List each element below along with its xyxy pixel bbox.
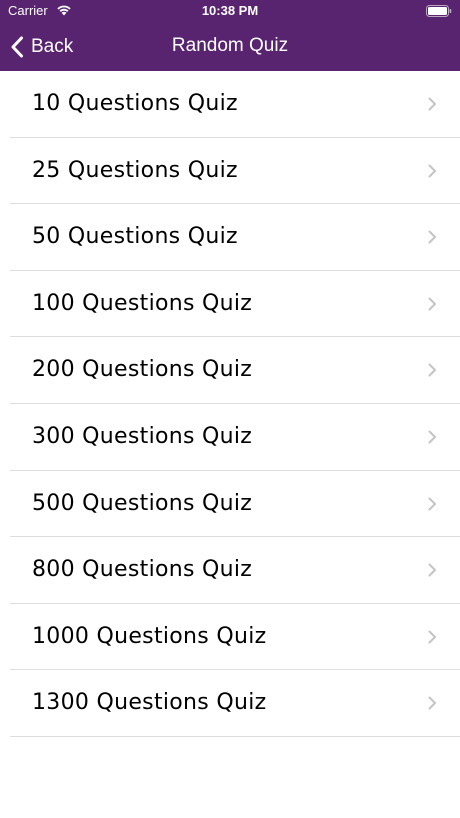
chevron-right-icon: [428, 430, 436, 444]
list-item-label: 800 Questions Quiz: [32, 557, 253, 583]
list-item-label: 1300 Questions Quiz: [32, 690, 267, 716]
list-item-label: 200 Questions Quiz: [32, 357, 253, 383]
chevron-right-icon: [428, 696, 436, 710]
status-bar: Carrier 10:38 PM: [0, 0, 460, 24]
list-item-label: 50 Questions Quiz: [32, 224, 238, 250]
chevron-right-icon: [428, 297, 436, 311]
chevron-right-icon: [428, 563, 436, 577]
list-item-label: 25 Questions Quiz: [32, 157, 238, 183]
list-item-50-questions[interactable]: 50 Questions Quiz: [0, 204, 460, 271]
battery-icon: [426, 5, 452, 17]
page-title: Random Quiz: [171, 35, 289, 56]
list-item-1000-questions[interactable]: 1000 Questions Quiz: [0, 604, 460, 671]
chevron-right-icon: [428, 363, 436, 377]
quiz-list: 10 Questions Quiz 25 Questions Quiz 50 Q…: [0, 71, 460, 737]
list-item-500-questions[interactable]: 500 Questions Quiz: [0, 471, 460, 538]
list-item-25-questions[interactable]: 25 Questions Quiz: [0, 138, 460, 205]
list-item-label: 100 Questions Quiz: [32, 290, 253, 316]
list-item-label: 300 Questions Quiz: [32, 423, 253, 449]
list-item-100-questions[interactable]: 100 Questions Quiz: [0, 271, 460, 338]
chevron-right-icon: [428, 630, 436, 644]
list-item-300-questions[interactable]: 300 Questions Quiz: [0, 404, 460, 471]
chevron-right-icon: [428, 230, 436, 244]
list-item-label: 500 Questions Quiz: [32, 490, 253, 516]
list-item-label: 10 Questions Quiz: [32, 91, 238, 116]
list-item-800-questions[interactable]: 800 Questions Quiz: [0, 537, 460, 604]
list-item-1300-questions[interactable]: 1300 Questions Quiz: [0, 670, 460, 737]
list-item-10-questions[interactable]: 10 Questions Quiz: [0, 71, 460, 138]
status-time: 10:38 PM: [201, 3, 259, 18]
chevron-right-icon: [428, 497, 436, 511]
list-item-label: 1000 Questions Quiz: [32, 623, 267, 649]
list-item-200-questions[interactable]: 200 Questions Quiz: [0, 337, 460, 404]
navigation-bar: Back Random Quiz: [0, 24, 460, 71]
chevron-right-icon: [428, 164, 436, 178]
header: Carrier 10:38 PM Back Random Quiz: [0, 0, 460, 71]
chevron-right-icon: [428, 97, 436, 111]
